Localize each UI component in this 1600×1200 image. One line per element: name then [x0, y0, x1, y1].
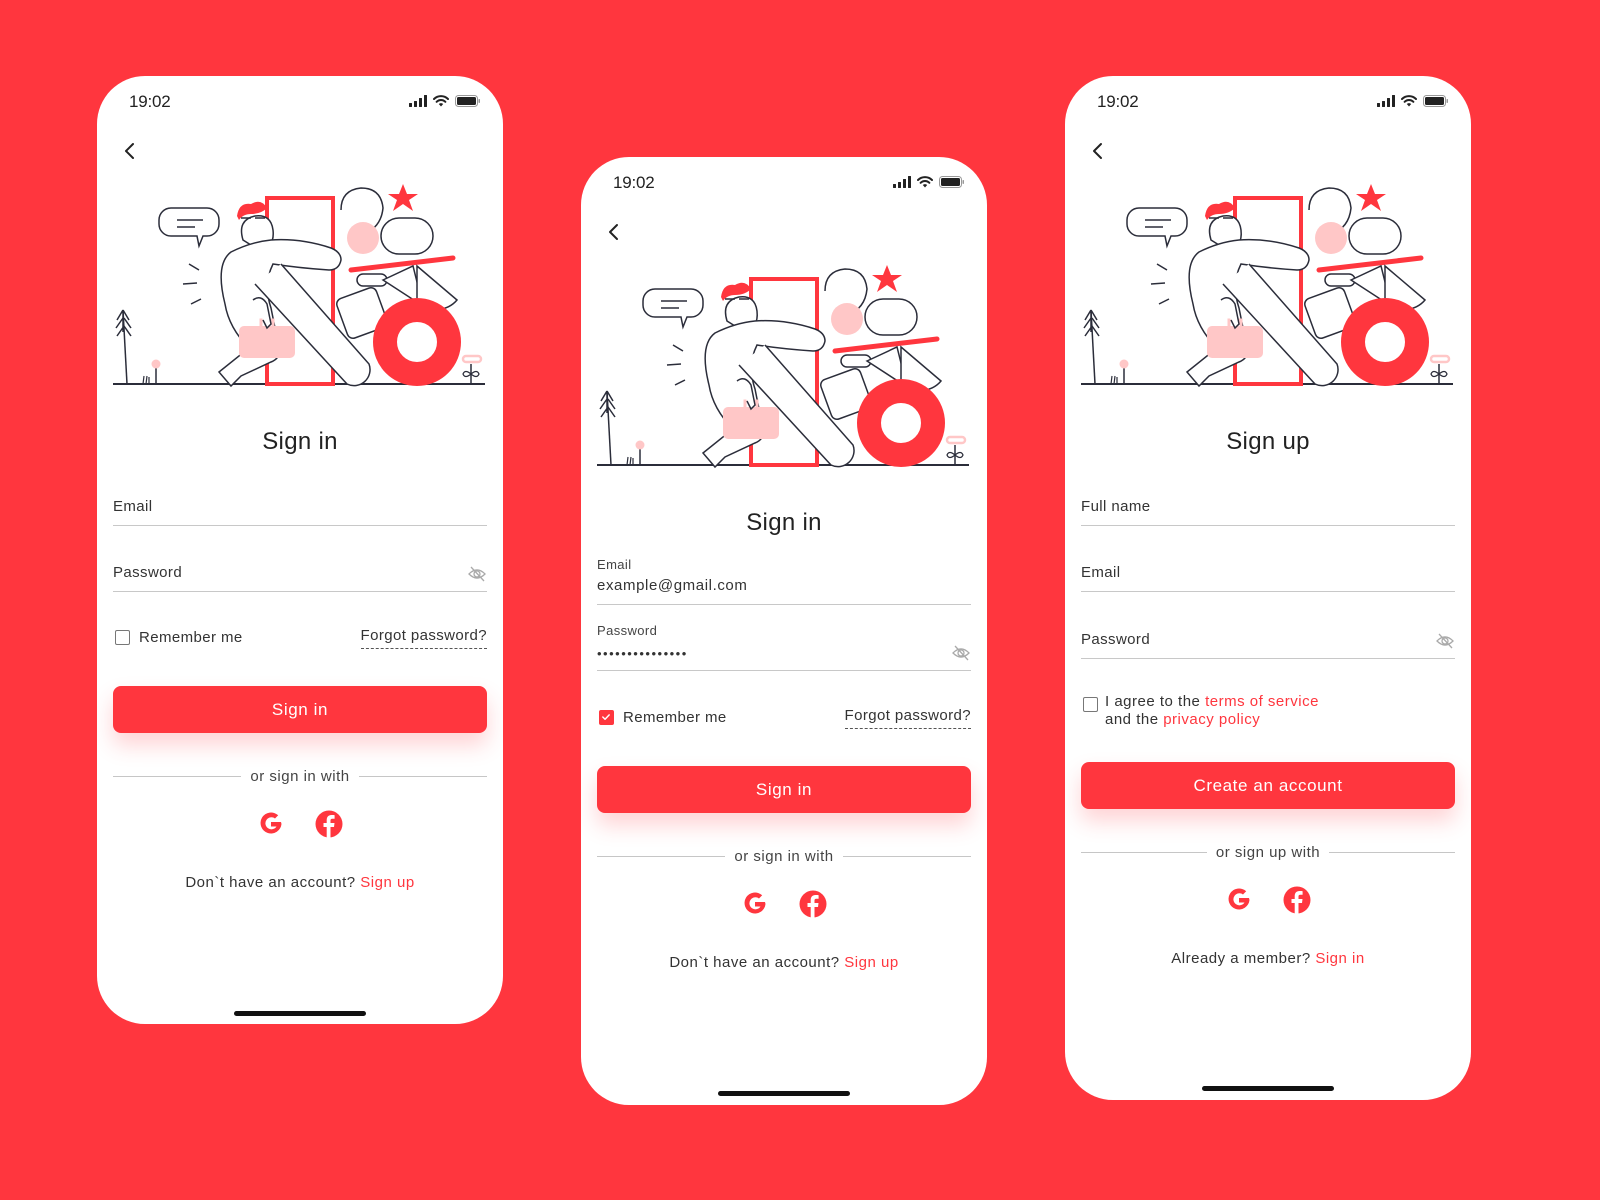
agree-mid: and the	[1105, 711, 1159, 728]
agree-prefix: I agree to the	[1105, 693, 1201, 710]
wifi-icon	[1401, 95, 1417, 107]
email-field[interactable]: Email	[113, 482, 487, 526]
forgot-password-link[interactable]: Forgot password?	[844, 707, 971, 729]
status-bar: 19:02	[97, 92, 503, 112]
page-title: Sign in	[262, 428, 338, 455]
facebook-icon[interactable]	[1283, 886, 1311, 914]
remember-checkbox[interactable]	[115, 630, 130, 645]
social-buttons	[1065, 886, 1471, 918]
status-bar: 19:02	[581, 173, 987, 193]
email-label: Email	[597, 557, 632, 572]
google-icon[interactable]	[1225, 886, 1253, 914]
illustration-person-door	[597, 261, 971, 469]
password-input[interactable]: •••••••••••••••	[597, 646, 897, 661]
status-time: 19:02	[129, 92, 171, 111]
password-field[interactable]: Password	[1081, 615, 1455, 659]
social-buttons	[581, 890, 987, 922]
sign-in-button[interactable]: Sign in	[113, 686, 487, 733]
eye-hidden-icon[interactable]	[951, 644, 971, 662]
divider-text: or sign in with	[250, 767, 350, 785]
divider-line	[1329, 851, 1455, 853]
forgot-password-link[interactable]: Forgot password?	[360, 627, 487, 649]
footer-text: Don`t have an account?	[185, 874, 356, 891]
status-bar: 19:02	[1065, 92, 1471, 112]
google-icon[interactable]	[257, 810, 285, 838]
divider-text: or sign up with	[1215, 843, 1321, 861]
phone-screen-sign-in-filled: 19:02 Sign in Email Password •••••••••••…	[581, 157, 987, 1105]
remember-row: Remember me Forgot password?	[113, 627, 487, 651]
social-divider: or sign in with	[597, 846, 971, 866]
password-label: Password	[597, 623, 658, 638]
email-field[interactable]: Email	[597, 557, 971, 605]
agree-text: I agree to the terms of service and the …	[1105, 693, 1319, 729]
divider-line	[597, 855, 726, 857]
full-name-field[interactable]: Full name	[1081, 482, 1455, 526]
remember-label: Remember me	[623, 709, 727, 726]
eye-hidden-icon[interactable]	[1435, 632, 1455, 650]
facebook-icon[interactable]	[799, 890, 827, 918]
footer-text: Don`t have an account?	[669, 954, 840, 971]
signal-icon	[409, 95, 427, 107]
signal-icon	[893, 176, 911, 188]
sign-in-link[interactable]: Sign in	[1315, 950, 1364, 967]
back-arrow-icon[interactable]	[1087, 140, 1109, 162]
wifi-icon	[433, 95, 449, 107]
signal-icon	[1377, 95, 1395, 107]
divider-line	[842, 855, 971, 857]
divider-line	[113, 775, 242, 777]
email-input[interactable]	[597, 577, 897, 594]
back-arrow-icon[interactable]	[119, 140, 141, 162]
wifi-icon	[917, 176, 933, 188]
full-name-label: Full name	[1081, 498, 1151, 515]
social-divider: or sign in with	[113, 766, 487, 786]
agree-checkbox[interactable]	[1083, 697, 1098, 712]
footer-prompt: Already a member? Sign in	[1065, 950, 1471, 967]
illustration-person-door	[1081, 180, 1455, 388]
terms-agreement: I agree to the terms of service and the …	[1081, 693, 1455, 733]
home-indicator	[718, 1091, 850, 1096]
email-field[interactable]: Email	[1081, 548, 1455, 592]
privacy-policy-link[interactable]: privacy policy	[1163, 711, 1260, 728]
eye-hidden-icon[interactable]	[467, 565, 487, 583]
battery-icon	[939, 176, 965, 188]
sign-up-link[interactable]: Sign up	[844, 954, 898, 971]
status-time: 19:02	[1097, 92, 1139, 111]
sign-up-link[interactable]: Sign up	[360, 874, 414, 891]
footer-prompt: Don`t have an account? Sign up	[97, 874, 503, 891]
page-title: Sign in	[746, 509, 822, 536]
remember-label: Remember me	[139, 629, 243, 646]
remember-row: Remember me Forgot password?	[597, 707, 971, 731]
divider-line	[358, 775, 487, 777]
footer-text: Already a member?	[1171, 950, 1311, 967]
password-field[interactable]: Password •••••••••••••••	[597, 623, 971, 671]
social-buttons	[97, 810, 503, 842]
home-indicator	[234, 1011, 366, 1016]
divider-line	[1081, 851, 1207, 853]
create-account-button[interactable]: Create an account	[1081, 762, 1455, 809]
email-label: Email	[113, 498, 153, 515]
facebook-icon[interactable]	[315, 810, 343, 838]
status-time: 19:02	[613, 173, 655, 192]
battery-icon	[1423, 95, 1449, 107]
page-title: Sign up	[1226, 428, 1310, 455]
phone-screen-sign-up: 19:02 Sign up Full name Email Password I…	[1065, 76, 1471, 1100]
social-divider: or sign up with	[1081, 842, 1455, 862]
home-indicator	[1202, 1086, 1334, 1091]
footer-prompt: Don`t have an account? Sign up	[581, 954, 987, 971]
remember-checkbox[interactable]	[599, 710, 614, 725]
google-icon[interactable]	[741, 890, 769, 918]
sign-in-button[interactable]: Sign in	[597, 766, 971, 813]
email-label: Email	[1081, 564, 1121, 581]
password-label: Password	[1081, 631, 1151, 648]
back-arrow-icon[interactable]	[603, 221, 625, 243]
password-field[interactable]: Password	[113, 548, 487, 592]
terms-of-service-link[interactable]: terms of service	[1205, 693, 1319, 710]
check-icon	[600, 711, 612, 723]
divider-text: or sign in with	[734, 847, 834, 865]
phone-screen-sign-in-empty: 19:02 Sign in Email Password Remember me…	[97, 76, 503, 1024]
illustration-person-door	[113, 180, 487, 388]
password-label: Password	[113, 564, 183, 581]
battery-icon	[455, 95, 481, 107]
